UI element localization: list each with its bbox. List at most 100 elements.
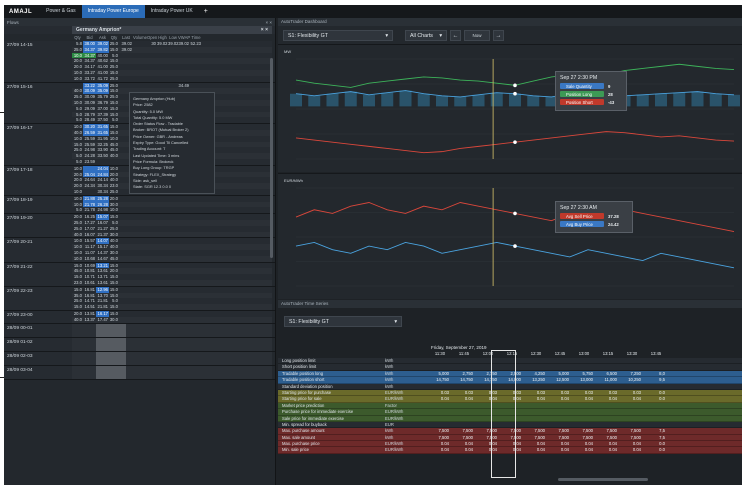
value-cell[interactable]: 7,500: [524, 435, 548, 440]
tab-intraday-power-europe[interactable]: Intraday Power Europe: [81, 5, 145, 18]
column-header-cell[interactable]: Volume: [133, 35, 147, 40]
value-cell[interactable]: 0.04: [572, 441, 596, 446]
value-cell[interactable]: 0.04: [620, 396, 644, 401]
timeseries-strategy-select[interactable]: S1: Flexibility GT ▾: [284, 316, 402, 327]
value-cell[interactable]: 5,000: [428, 371, 452, 376]
value-cell[interactable]: [620, 422, 644, 427]
value-cell[interactable]: [452, 403, 476, 408]
value-cell[interactable]: 5,750: [572, 371, 596, 376]
value-cell[interactable]: 2,750: [452, 371, 476, 376]
value-cell[interactable]: [572, 364, 596, 369]
value-cell[interactable]: [644, 403, 668, 408]
value-cell[interactable]: 0.04: [596, 447, 620, 452]
period-label[interactable]: 27/09 20-21: [4, 238, 72, 262]
period-label[interactable]: 28/09 00-01: [4, 323, 72, 337]
value-cell[interactable]: 7,500: [548, 428, 572, 433]
value-cell[interactable]: [596, 364, 620, 369]
value-cell[interactable]: 0.04: [524, 447, 548, 452]
value-cell[interactable]: [548, 384, 572, 389]
period-label[interactable]: 27/09 22-23: [4, 286, 72, 310]
column-header-cell[interactable]: VWAP: [178, 35, 190, 40]
value-cell[interactable]: [596, 422, 620, 427]
value-cell[interactable]: [644, 409, 668, 414]
column-header-cell[interactable]: Open: [147, 35, 157, 40]
value-cell[interactable]: 14,750: [452, 377, 476, 382]
column-header-cell[interactable]: Qty: [72, 35, 83, 40]
value-cell[interactable]: 7,500: [572, 435, 596, 440]
scrollbar[interactable]: [270, 58, 273, 258]
value-cell[interactable]: 0.04: [452, 447, 476, 452]
value-cell[interactable]: [620, 403, 644, 408]
column-header-cell[interactable]: Ask: [96, 35, 109, 40]
value-cell[interactable]: 14,750: [428, 377, 452, 382]
order-row[interactable]: 40.0 16.07 21.37 30.0: [72, 231, 272, 238]
value-cell[interactable]: 7,5: [644, 428, 668, 433]
value-cell[interactable]: [596, 416, 620, 421]
value-cell[interactable]: [428, 422, 452, 427]
value-cell[interactable]: 7,500: [596, 428, 620, 433]
value-cell[interactable]: 0.04: [572, 396, 596, 401]
value-cell[interactable]: 7,500: [452, 428, 476, 433]
value-cell[interactable]: 6,500: [596, 371, 620, 376]
panel-controls[interactable]: × ×: [265, 20, 272, 25]
value-cell[interactable]: [452, 364, 476, 369]
value-cell[interactable]: 0.0: [644, 396, 668, 401]
value-cell[interactable]: 0.04: [428, 396, 452, 401]
order-row[interactable]: 15.0 14.51 21.81 15.0: [72, 304, 272, 310]
value-cell[interactable]: [644, 416, 668, 421]
period-label[interactable]: 27/09 23-00: [4, 310, 72, 323]
value-cell[interactable]: [524, 364, 548, 369]
value-cell[interactable]: [548, 403, 572, 408]
value-cell[interactable]: 0.04: [548, 441, 572, 446]
value-cell[interactable]: 0.04: [620, 447, 644, 452]
period-label[interactable]: 27/09 18-19: [4, 195, 72, 214]
period-label[interactable]: 27/09 17-18: [4, 165, 72, 195]
value-cell[interactable]: [524, 358, 548, 363]
value-cell[interactable]: [596, 403, 620, 408]
chart-select[interactable]: All Charts ▾: [405, 29, 447, 41]
value-cell[interactable]: 7,500: [572, 428, 596, 433]
value-cell[interactable]: [548, 422, 572, 427]
value-cell[interactable]: 0.04: [548, 396, 572, 401]
value-cell[interactable]: [572, 416, 596, 421]
value-cell[interactable]: 12,500: [548, 377, 572, 382]
period-label[interactable]: 28/09 03-04: [4, 365, 72, 379]
value-cell[interactable]: 0.03: [572, 390, 596, 395]
column-header-cell[interactable]: Low: [168, 35, 178, 40]
value-cell[interactable]: [524, 384, 548, 389]
value-cell[interactable]: 0.0: [644, 390, 668, 395]
value-cell[interactable]: 9,5: [644, 377, 668, 382]
strategy-select[interactable]: S1: Flexibility GT ▾: [283, 29, 393, 41]
value-cell[interactable]: [428, 409, 452, 414]
value-cell[interactable]: 10,250: [620, 377, 644, 382]
value-cell[interactable]: 7,500: [596, 435, 620, 440]
value-cell[interactable]: 13,250: [524, 377, 548, 382]
value-cell[interactable]: 0.04: [596, 441, 620, 446]
value-cell[interactable]: 8,0: [644, 371, 668, 376]
value-cell[interactable]: [572, 384, 596, 389]
order-row[interactable]: 5.0 21.78 24.98 10.0: [72, 207, 272, 214]
value-cell[interactable]: 5,000: [548, 371, 572, 376]
value-cell[interactable]: [452, 409, 476, 414]
value-cell[interactable]: 7,500: [620, 435, 644, 440]
value-cell[interactable]: [428, 358, 452, 363]
column-header-cell[interactable]: Qty: [109, 35, 119, 40]
value-cell[interactable]: [452, 384, 476, 389]
column-header-cell[interactable]: Bid: [83, 35, 96, 40]
value-cell[interactable]: 0.0: [644, 441, 668, 446]
value-cell[interactable]: [524, 409, 548, 414]
value-cell[interactable]: 0.04: [620, 441, 644, 446]
value-cell[interactable]: [548, 416, 572, 421]
column-header-cell[interactable]: Last: [119, 35, 133, 40]
order-row[interactable]: 10.0 33.72 41.72 25.0: [72, 75, 272, 82]
order-row[interactable]: 40.0 13.37 17.47 30.0: [72, 316, 272, 323]
value-cell[interactable]: 7,500: [620, 428, 644, 433]
value-cell[interactable]: 0.04: [524, 441, 548, 446]
value-cell[interactable]: 0.03: [452, 390, 476, 395]
value-cell[interactable]: [644, 358, 668, 363]
tab-intraday-power-uk[interactable]: Intraday Power UK: [145, 5, 199, 18]
value-cell[interactable]: 0.04: [428, 447, 452, 452]
value-cell[interactable]: [548, 364, 572, 369]
value-cell[interactable]: [452, 358, 476, 363]
value-cell[interactable]: 13,000: [572, 377, 596, 382]
